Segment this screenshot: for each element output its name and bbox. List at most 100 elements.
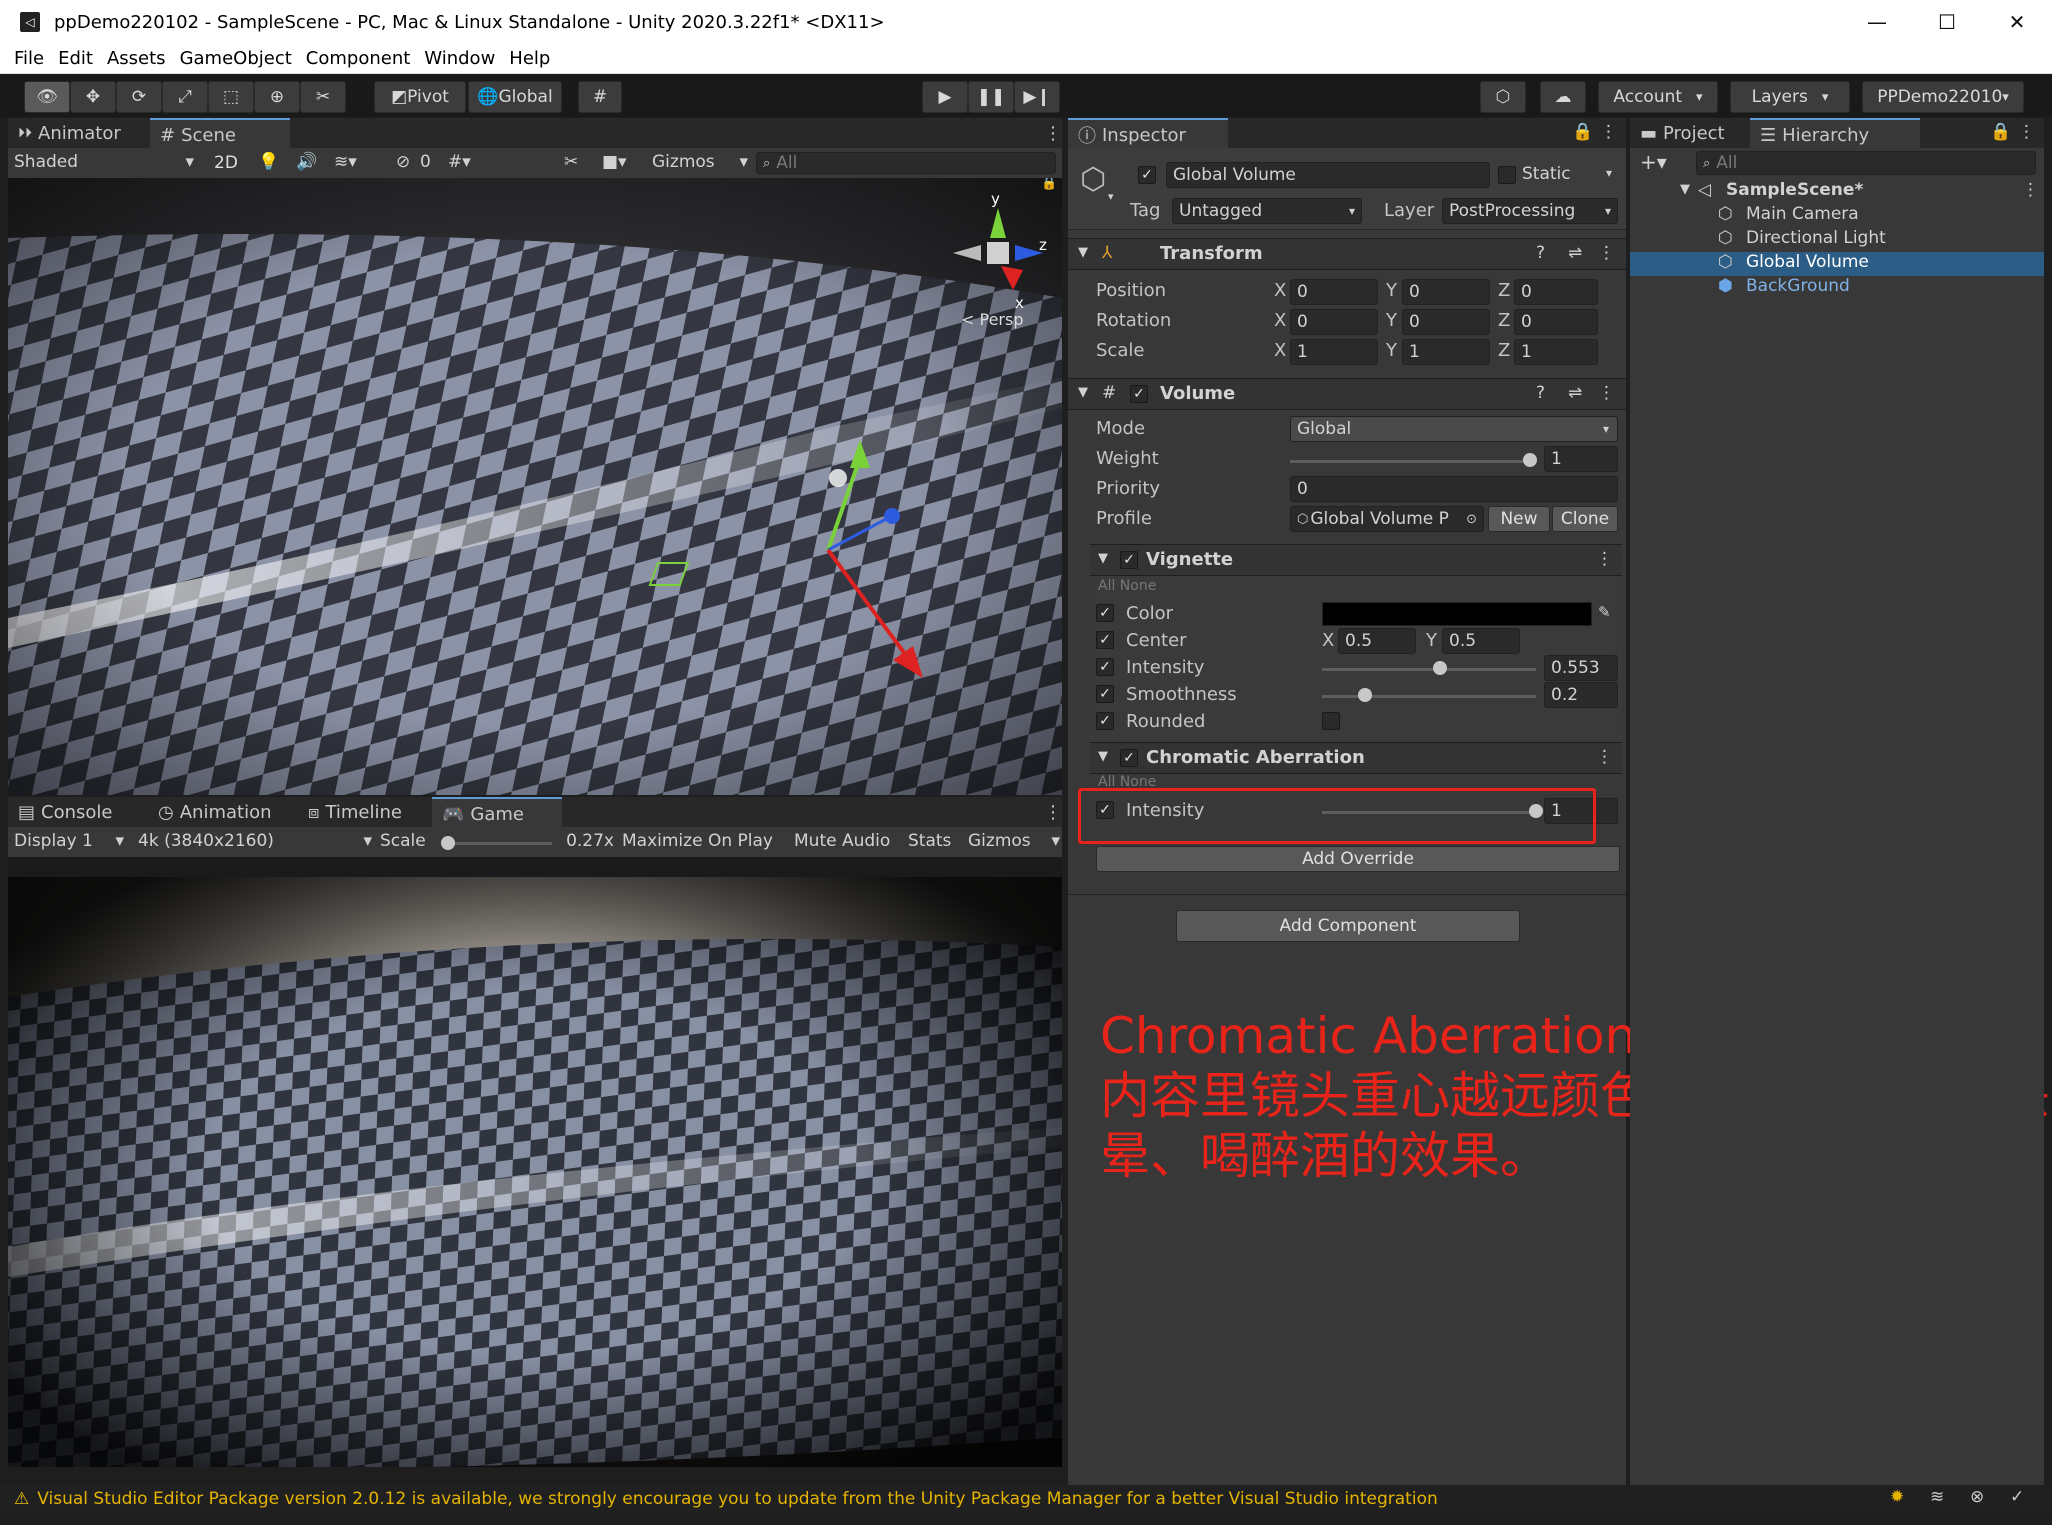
gameobject-name-field[interactable]: Global Volume: [1166, 162, 1490, 188]
shading-dropdown[interactable]: Shaded ▾: [14, 152, 194, 174]
volume-header[interactable]: ▼ # ✓ Volume ? ⇌ ⋮: [1068, 378, 1626, 410]
view-tool-button[interactable]: 👁: [24, 81, 70, 113]
add-override-button[interactable]: Add Override: [1096, 846, 1620, 872]
mute-audio-toggle[interactable]: Mute Audio: [794, 831, 890, 851]
vignette-smoothness-override-checkbox[interactable]: ✓: [1096, 685, 1114, 703]
menu-gameobject[interactable]: GameObject: [180, 48, 292, 69]
tab-animator[interactable]: ⏵⏵ Animator: [8, 118, 168, 148]
vignette-intensity-track[interactable]: [1322, 668, 1536, 671]
foldout-arrow-icon[interactable]: ▼: [1098, 749, 1108, 764]
layout-dropdown[interactable]: PPDemo22010 ▾: [1862, 81, 2024, 113]
scale-tool-button[interactable]: ⤢: [162, 81, 208, 113]
transform-x-field[interactable]: 1: [1290, 339, 1378, 365]
chromatic-header[interactable]: ▼ ✓ Chromatic Aberration ⋮: [1090, 742, 1622, 774]
vignette-intensity-override-checkbox[interactable]: ✓: [1096, 658, 1114, 676]
kebab-icon[interactable]: ⋮: [1598, 243, 1615, 263]
game-gizmos-dropdown[interactable]: Gizmos ▾: [968, 831, 1060, 851]
center-x-field[interactable]: 0.5: [1338, 628, 1416, 654]
volume-enabled-checkbox[interactable]: ✓: [1130, 385, 1148, 403]
resolution-dropdown[interactable]: 4k (3840x2160) ▾: [138, 831, 372, 851]
kebab-icon[interactable]: ⋮: [2022, 180, 2039, 200]
tab-console[interactable]: ▤ Console: [8, 797, 158, 827]
transform-tool-button[interactable]: ⊕: [254, 81, 300, 113]
orientation-gizmo[interactable]: y z x < Persp 🔒: [943, 178, 1057, 329]
scene-viewport[interactable]: y z x < Persp 🔒: [8, 178, 1062, 795]
weight-slider-knob[interactable]: [1523, 453, 1537, 467]
debug-mode-icon[interactable]: ⊗: [1970, 1487, 1984, 1507]
profile-new-button[interactable]: New: [1488, 506, 1550, 532]
vignette-center-override-checkbox[interactable]: ✓: [1096, 631, 1114, 649]
hierarchy-item-global-volume[interactable]: ⬡ Global Volume: [1630, 252, 2044, 276]
transform-z-field[interactable]: 1: [1514, 339, 1598, 365]
menu-help[interactable]: Help: [509, 48, 550, 69]
menu-file[interactable]: File: [14, 48, 44, 69]
pause-button[interactable]: ❚❚: [968, 81, 1014, 113]
minimize-button[interactable]: —: [1842, 0, 1912, 44]
audio-toggle-icon[interactable]: 🔊: [296, 152, 317, 172]
pivot-toggle[interactable]: ◩ Pivot: [374, 81, 466, 113]
vignette-header[interactable]: ▼ ✓ Vignette ⋮: [1090, 544, 1622, 576]
foldout-arrow-icon[interactable]: ▼: [1078, 385, 1088, 400]
add-component-button[interactable]: Add Component: [1176, 910, 1520, 942]
layers-dropdown[interactable]: Layers: [1730, 81, 1850, 113]
move-tool-button[interactable]: ✥: [70, 81, 116, 113]
scale-slider-knob[interactable]: [441, 836, 455, 850]
vignette-rounded-override-checkbox[interactable]: ✓: [1096, 712, 1114, 730]
center-y-field[interactable]: 0.5: [1442, 628, 1520, 654]
cache-icon[interactable]: ≋: [1930, 1487, 1944, 1507]
kebab-icon[interactable]: ⋮: [1596, 549, 1613, 569]
grid-toggle-icon[interactable]: #▾: [448, 152, 471, 172]
collab-button[interactable]: ⬡: [1480, 81, 1526, 113]
weight-slider-track[interactable]: [1290, 460, 1530, 463]
step-button[interactable]: ▶❙: [1014, 81, 1060, 113]
rotate-tool-button[interactable]: ⟳: [116, 81, 162, 113]
vignette-color-override-checkbox[interactable]: ✓: [1096, 604, 1114, 622]
profile-clone-button[interactable]: Clone: [1552, 506, 1618, 532]
camera-settings-icon[interactable]: ■▾: [602, 152, 627, 172]
gizmos-dropdown[interactable]: Gizmos ▾: [652, 152, 748, 174]
tab-project[interactable]: ▬ Project: [1630, 118, 1770, 148]
display-dropdown[interactable]: Display 1 ▾: [14, 831, 124, 851]
tab-hierarchy[interactable]: ☰ Hierarchy: [1750, 118, 1920, 150]
kebab-icon[interactable]: ⋮: [2018, 122, 2035, 142]
hidden-objects-icon[interactable]: ⊘: [396, 152, 410, 172]
hierarchy-item-directional-light[interactable]: ⬡ Directional Light: [1630, 228, 2044, 252]
hierarchy-scene-row[interactable]: ▼ ◁ SampleScene* ⋮: [1630, 180, 2044, 204]
tab-animation[interactable]: ◷ Animation: [148, 797, 318, 827]
snap-button[interactable]: #: [578, 81, 622, 113]
foldout-arrow-icon[interactable]: ▼: [1078, 245, 1088, 260]
help-icon[interactable]: ?: [1536, 383, 1545, 403]
priority-field[interactable]: 0: [1290, 476, 1618, 502]
foldout-arrow-icon[interactable]: ▼: [1098, 551, 1108, 566]
cloud-button[interactable]: ☁: [1540, 81, 1586, 113]
vignette-all-none[interactable]: All None: [1098, 578, 1156, 594]
dropdown-arrow-icon[interactable]: ▾: [1108, 190, 1114, 203]
transform-header[interactable]: ▼ ⅄ Transform ? ⇌ ⋮: [1068, 238, 1626, 270]
menu-window[interactable]: Window: [424, 48, 495, 69]
presets-icon[interactable]: ⇌: [1568, 243, 1582, 263]
vignette-smoothness-knob[interactable]: [1357, 688, 1372, 702]
game-viewport[interactable]: [8, 877, 1062, 1467]
kebab-icon[interactable]: ⋮: [1600, 122, 1617, 142]
vignette-intensity-field[interactable]: 0.553: [1544, 655, 1618, 681]
presets-icon[interactable]: ⇌: [1568, 383, 1582, 403]
2d-toggle[interactable]: 2D: [204, 151, 248, 175]
status-message[interactable]: Visual Studio Editor Package version 2.0…: [37, 1489, 1438, 1509]
tab-game[interactable]: 🎮 Game: [432, 797, 562, 829]
lock-icon[interactable]: 🔒: [1572, 122, 1593, 142]
transform-z-field[interactable]: 0: [1514, 309, 1598, 335]
object-picker-icon[interactable]: ⊙: [1466, 512, 1477, 527]
scale-slider-track[interactable]: [448, 842, 552, 845]
mode-dropdown[interactable]: Global ▾: [1290, 416, 1618, 442]
hierarchy-item-main-camera[interactable]: ⬡ Main Camera: [1630, 204, 2044, 228]
maximize-button[interactable]: ☐: [1912, 0, 1982, 44]
check-icon[interactable]: ✓: [2010, 1487, 2024, 1507]
vignette-enabled-checkbox[interactable]: ✓: [1120, 551, 1138, 569]
static-dropdown-arrow-icon[interactable]: ▾: [1606, 166, 1612, 180]
menu-component[interactable]: Component: [306, 48, 411, 69]
global-toggle[interactable]: 🌐 Global: [468, 81, 562, 113]
kebab-icon[interactable]: ⋮: [1596, 747, 1613, 767]
tab-timeline[interactable]: ⧈ Timeline: [298, 797, 448, 827]
create-add-icon[interactable]: +▾: [1640, 150, 1667, 174]
foldout-arrow-icon[interactable]: ▼: [1680, 182, 1690, 197]
